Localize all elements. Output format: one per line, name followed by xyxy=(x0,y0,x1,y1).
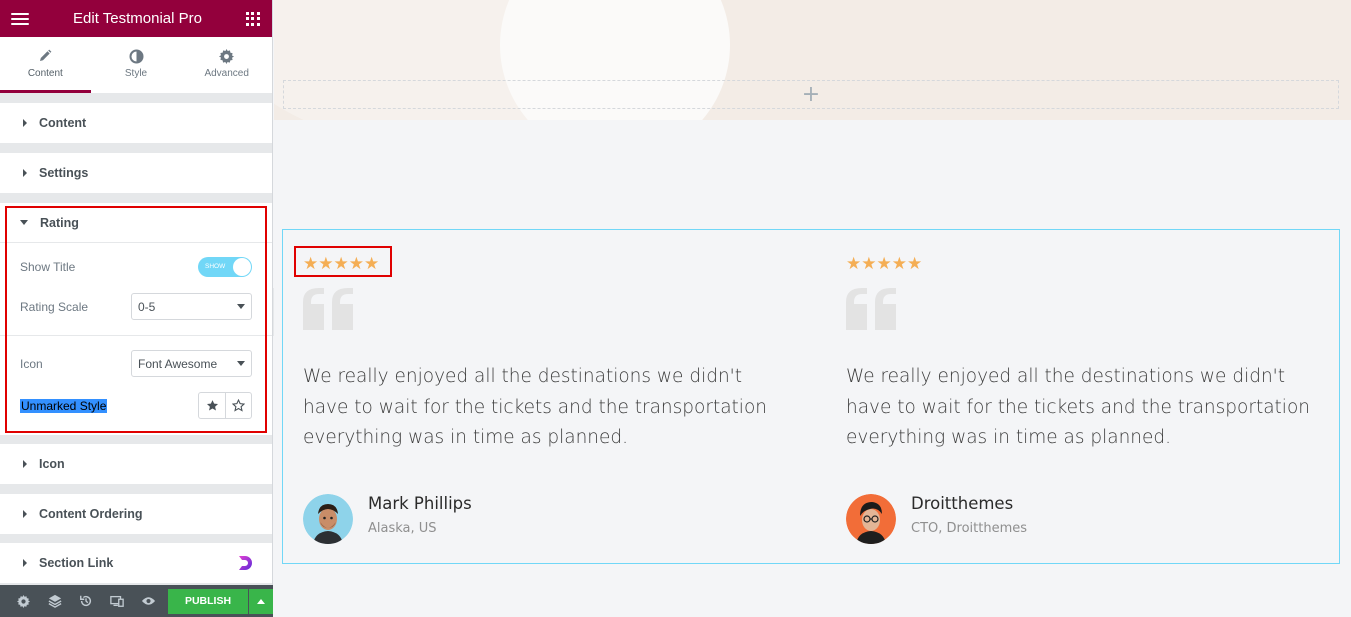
rating-scale-label: Rating Scale xyxy=(20,299,89,314)
tab-style-label: Style xyxy=(124,68,148,79)
tab-style[interactable]: Style xyxy=(90,37,182,93)
outline-star-option[interactable] xyxy=(225,393,251,418)
section-icon-label: Icon xyxy=(39,457,65,471)
show-title-control: Show Title SHOW xyxy=(20,257,252,277)
preview-eye-icon[interactable] xyxy=(133,585,164,617)
plus-icon: + xyxy=(801,81,821,107)
unmarked-style-label: Unmarked Style xyxy=(20,398,108,413)
widgets-grid-icon[interactable] xyxy=(245,11,260,26)
rating-scale-control: Rating Scale 0-5 xyxy=(20,293,252,320)
panel-title: Edit Testmonial Pro xyxy=(73,10,202,27)
section-section-link[interactable]: Section Link xyxy=(0,543,272,583)
preview-canvas: + ★★★★★ We really enjoyed all the destin… xyxy=(274,0,1351,617)
icon-select[interactable]: Font Awesome xyxy=(131,350,252,377)
settings-gear-icon[interactable] xyxy=(8,585,39,617)
author-name: Droitthemes xyxy=(911,494,1014,513)
show-title-switch[interactable]: SHOW xyxy=(198,257,252,277)
section-content[interactable]: Content xyxy=(0,103,272,143)
menu-icon[interactable] xyxy=(11,12,29,25)
author-designation: CTO, Droitthemes xyxy=(911,521,1028,536)
quote-icon xyxy=(846,288,898,335)
show-title-label: Show Title xyxy=(20,260,76,274)
section-rating-label: Rating xyxy=(40,215,79,230)
rating-stars: ★★★★★ xyxy=(303,254,380,274)
outline-star-icon xyxy=(232,399,245,412)
navigator-layers-icon[interactable] xyxy=(39,585,70,617)
section-settings-header[interactable]: Settings xyxy=(0,153,272,193)
section-link-header[interactable]: Section Link xyxy=(0,543,272,583)
publish-options-button[interactable] xyxy=(248,588,274,614)
testimonial-text: We really enjoyed all the destinations w… xyxy=(303,366,767,448)
solid-star-option[interactable] xyxy=(199,393,225,418)
tab-advanced[interactable]: Advanced xyxy=(181,37,273,93)
section-rating-header[interactable]: Rating xyxy=(0,203,272,243)
chevron-down-icon xyxy=(237,304,245,309)
solid-star-icon xyxy=(206,400,218,411)
panel-tabs: Content Style Advanced xyxy=(0,37,273,93)
section-content-ordering-label: Content Ordering xyxy=(39,507,143,521)
switch-on-label: SHOW xyxy=(205,263,226,270)
unmarked-style-control: Unmarked Style xyxy=(20,392,252,419)
testimonial-card: ★★★★★ We really enjoyed all the destinat… xyxy=(846,230,1346,563)
history-icon[interactable] xyxy=(71,585,102,617)
responsive-mode-icon[interactable] xyxy=(102,585,133,617)
section-icon[interactable]: Icon xyxy=(0,444,272,484)
hero-section: + xyxy=(274,0,1351,120)
author-name: Mark Phillips xyxy=(368,494,472,513)
section-settings-label: Settings xyxy=(39,166,89,180)
testimonial-text: We really enjoyed all the destinations w… xyxy=(846,366,1310,448)
section-settings[interactable]: Settings xyxy=(0,153,272,193)
rating-scale-value: 0-5 xyxy=(138,299,156,314)
rating-scale-select[interactable]: 0-5 xyxy=(131,293,252,320)
section-content-header[interactable]: Content xyxy=(0,103,272,143)
icon-label: Icon xyxy=(20,356,43,371)
testimonial-card: ★★★★★ We really enjoyed all the destinat… xyxy=(303,230,803,563)
gear-icon xyxy=(219,48,235,64)
caret-right-icon xyxy=(23,119,27,127)
author-designation: Alaska, US xyxy=(368,521,437,536)
section-link-label: Section Link xyxy=(39,556,114,570)
panel-header: Edit Testmonial Pro xyxy=(0,0,272,37)
caret-up-icon xyxy=(256,598,265,604)
pencil-icon xyxy=(38,48,52,64)
icon-value: Font Awesome xyxy=(138,356,218,371)
tab-content-label: Content xyxy=(27,68,63,79)
droit-logo-icon xyxy=(239,556,252,570)
testimonial-widget[interactable]: ★★★★★ We really enjoyed all the destinat… xyxy=(282,229,1340,564)
caret-right-icon xyxy=(23,460,27,468)
panel-footer: PUBLISH xyxy=(0,585,274,617)
tab-advanced-label: Advanced xyxy=(204,68,249,79)
caret-down-icon xyxy=(20,220,28,225)
divider xyxy=(0,335,272,336)
section-icon-header[interactable]: Icon xyxy=(0,444,272,484)
quote-icon xyxy=(303,288,355,335)
avatar xyxy=(846,494,896,544)
rating-stars: ★★★★★ xyxy=(846,254,923,274)
section-rating: Rating Show Title SHOW Rating Scale 0-5 … xyxy=(0,203,272,435)
caret-right-icon xyxy=(23,559,27,567)
section-content-ordering-header[interactable]: Content Ordering xyxy=(0,494,272,534)
tab-content[interactable]: Content xyxy=(0,37,91,93)
avatar xyxy=(303,494,353,544)
half-circle-icon xyxy=(129,48,144,64)
section-content-ordering[interactable]: Content Ordering xyxy=(0,494,272,534)
caret-right-icon xyxy=(23,169,27,177)
editor-panel: Edit Testmonial Pro Content Style Advanc… xyxy=(0,0,274,617)
switch-knob xyxy=(233,258,251,276)
add-section-area[interactable]: + xyxy=(283,80,1339,109)
section-content-label: Content xyxy=(39,116,87,130)
caret-right-icon xyxy=(23,510,27,518)
icon-control: Icon Font Awesome xyxy=(20,350,252,377)
publish-button[interactable]: PUBLISH xyxy=(168,588,248,614)
unmarked-style-choices xyxy=(198,392,252,419)
chevron-down-icon xyxy=(237,361,245,366)
